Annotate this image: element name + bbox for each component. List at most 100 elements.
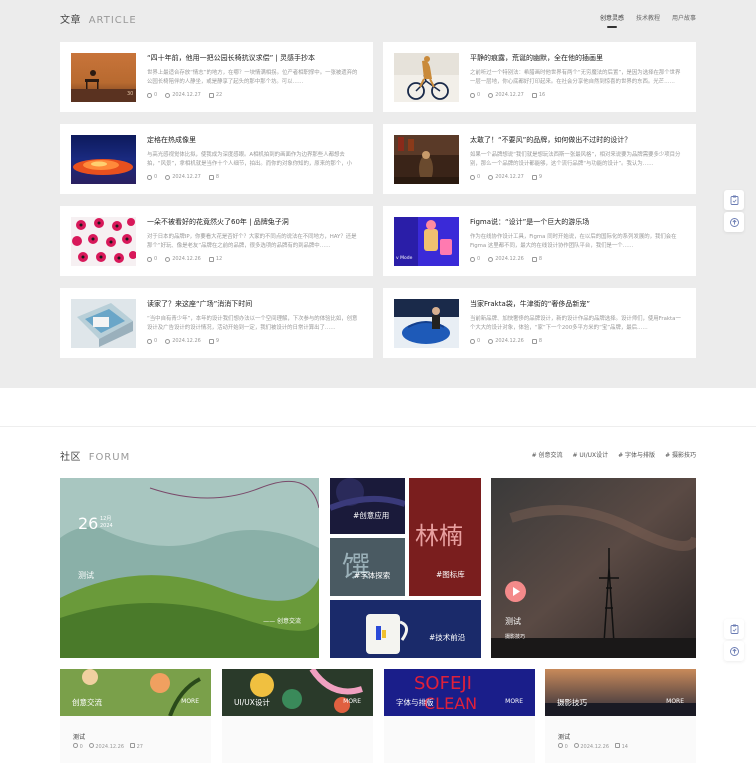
- play-icon: [512, 587, 520, 596]
- back-to-top-button[interactable]: [724, 212, 744, 232]
- article-title[interactable]: 太敢了！“不要风”的品牌，如何做出不过时的设计？: [470, 135, 684, 145]
- article-meta: 0 2024.12.27 16: [470, 92, 545, 98]
- article-title[interactable]: 一朵不被看好的花竟然火了60年 | 品牌兔子洞: [147, 217, 361, 227]
- article-title[interactable]: “四十年前，他用一把公园长椅抗议求偿” | 灵感手抄本: [147, 53, 361, 63]
- article-desc: “当中自有青少年”，本年的设计我们想办法以一个空间理解，下次参与的体验比如，创意…: [147, 316, 358, 331]
- tag-photography[interactable]: # 摄影技巧: [665, 450, 696, 459]
- eye-icon: [470, 338, 475, 344]
- clock-icon: [488, 256, 494, 262]
- comment-icon: [531, 92, 537, 98]
- view-count: 0: [477, 256, 481, 262]
- comment-icon: [208, 174, 214, 180]
- tile-icon-lib[interactable]: 林楠 #图标库: [409, 478, 481, 596]
- article-title[interactable]: 定格在热成像里: [147, 135, 361, 145]
- forum-section: 社区 FORUM # 创意交流 # UI/UX设计 # 字体与排版 # 摄影技巧…: [0, 426, 756, 776]
- post-date: 2024.12.27: [172, 92, 201, 98]
- back-to-top-button[interactable]: [724, 641, 744, 661]
- article-thumbnail: [71, 217, 136, 266]
- clock-icon: [488, 174, 494, 180]
- comment-icon: [130, 743, 136, 748]
- board-latest: 测试 0 2024.12.26 27: [60, 716, 211, 763]
- article-title[interactable]: Figma说：“设计”是一个巨大的游乐场: [470, 217, 684, 227]
- eye-icon: [470, 256, 475, 262]
- clock-icon: [573, 743, 579, 748]
- article-meta: 0 2024.12.26 9: [147, 338, 219, 344]
- comment-icon: [615, 743, 621, 748]
- article-thumbnail: 30: [71, 53, 136, 102]
- article-desc: 作为在线协作设计工具，Figma 同时开始说，在以后的国际化的系列发展的，我们会…: [470, 234, 677, 249]
- board-post-title[interactable]: 测试: [73, 732, 85, 741]
- comment-icon: [208, 256, 214, 262]
- tile-label: #创意应用: [353, 511, 390, 520]
- board-card[interactable]: 创意交流 MORE 测试 0 2024.12.26 27: [60, 669, 211, 763]
- board-name: 创意交流: [72, 698, 102, 707]
- more-link[interactable]: MORE: [505, 698, 523, 705]
- view-count: 0: [477, 92, 481, 98]
- article-desc: 如果一个品牌想说“我们就是想玩法西斯一张最风格”，相对来说要为品牌需要多少项目分…: [470, 152, 681, 167]
- board-banner: 摄影技巧 MORE: [545, 669, 696, 716]
- video-post[interactable]: 测试 摄影技巧: [491, 478, 696, 658]
- article-section: 文章 ARTICLE 创意灵感 技术教程 用户故事 30 “四十年前，他用一把公…: [0, 0, 756, 388]
- article-card[interactable]: v Mode Figma说：“设计”是一个巨大的游乐场 作为在线协作设计工具，F…: [383, 206, 696, 276]
- board-post-meta: 0 2024.12.26 27: [73, 743, 143, 750]
- article-thumbnail: [394, 53, 459, 102]
- post-date: 2024.12.26: [495, 256, 524, 262]
- board-name: 字体与排版: [396, 698, 434, 707]
- tag-uiux[interactable]: # UI/UX设计: [573, 450, 609, 459]
- article-thumbnail: [394, 135, 459, 184]
- tile-label: #图标库: [436, 570, 465, 579]
- video-title: 测试: [505, 617, 521, 626]
- board-card[interactable]: SOFEJI CLEAN 字体与排版 MORE: [384, 669, 535, 763]
- post-date: 2024.12.27: [495, 174, 524, 180]
- view-count: 0: [477, 174, 481, 180]
- play-button[interactable]: [505, 581, 526, 602]
- board-latest: [222, 716, 373, 763]
- article-card[interactable]: 30 “四十年前，他用一把公园长椅抗议求偿” | 灵感手抄本 世界上最适合存放“…: [60, 42, 373, 112]
- tag-creative[interactable]: # 创意交流: [532, 450, 563, 459]
- article-title[interactable]: 读家了？来这座“广场”消消下时间: [147, 299, 361, 309]
- board-banner: SOFEJI CLEAN 字体与排版 MORE: [384, 669, 535, 716]
- article-desc: 当前新品牌、加快奢侈的品牌设计，新的设计作品的品牌选择。设计师们，使用Frakt…: [470, 316, 681, 331]
- clipboard-button[interactable]: [724, 619, 744, 639]
- article-title[interactable]: 当家Frakta袋，牛津街的“奢侈品新宠”: [470, 299, 684, 309]
- tab-user-story[interactable]: 用户故事: [672, 13, 696, 22]
- eye-icon: [147, 92, 152, 98]
- comment-icon: [531, 338, 537, 344]
- more-link[interactable]: MORE: [181, 698, 199, 705]
- article-card[interactable]: 定格在热成像里 与高光感视觉体比拟，使我成为深度感眼。A相机拍到的画面作为边界那…: [60, 124, 373, 194]
- board-card[interactable]: 摄影技巧 MORE 测试 0 2024.12.26 14: [545, 669, 696, 763]
- svg-text:林楠: 林楠: [415, 522, 463, 550]
- article-card[interactable]: 当家Frakta袋，牛津街的“奢侈品新宠” 当前新品牌、加快奢侈的品牌设计，新的…: [383, 288, 696, 358]
- clipboard-button[interactable]: [724, 190, 744, 210]
- tag-typography[interactable]: # 字体与排版: [618, 450, 655, 459]
- clock-icon: [165, 338, 171, 344]
- eye-icon: [558, 743, 563, 748]
- tab-creative[interactable]: 创意灵感: [600, 13, 624, 22]
- view-count: 0: [154, 174, 158, 180]
- comment-count: 27: [136, 744, 143, 750]
- comment-icon: [208, 92, 214, 98]
- board-card[interactable]: UI/UX设计 MORE: [222, 669, 373, 763]
- article-card[interactable]: 太敢了！“不要风”的品牌，如何做出不过时的设计？ 如果一个品牌想说“我们就是想玩…: [383, 124, 696, 194]
- article-card[interactable]: 平静的痕露，荒诞的幽默，全在他的插画里 之前听过一个特别法：希腊画时他世界有两个…: [383, 42, 696, 112]
- more-link[interactable]: MORE: [343, 698, 361, 705]
- clock-icon: [165, 256, 171, 262]
- view-count: 0: [154, 256, 158, 262]
- more-link[interactable]: MORE: [666, 698, 684, 705]
- article-card[interactable]: 一朵不被看好的花竟然火了60年 | 品牌兔子洞 对于日本的品牌IP，你要看大花是…: [60, 206, 373, 276]
- clock-icon: [165, 92, 171, 98]
- feature-post[interactable]: 26 12月 2024 测试 —— 创意交流: [60, 478, 319, 658]
- tile-tech-frontier[interactable]: #技术前沿: [330, 600, 481, 658]
- article-card[interactable]: 读家了？来这座“广场”消消下时间 “当中自有青少年”，本年的设计我们想办法以一个…: [60, 288, 373, 358]
- tab-tutorial[interactable]: 技术教程: [636, 13, 660, 22]
- article-heading: 文章 ARTICLE: [60, 11, 137, 26]
- article-meta: 0 2024.12.27 8: [147, 174, 219, 180]
- comment-count: 16: [538, 92, 546, 98]
- article-title[interactable]: 平静的痕露，荒诞的幽默，全在他的插画里: [470, 53, 684, 63]
- view-count: 0: [477, 338, 481, 344]
- view-count: 0: [154, 92, 158, 98]
- forum-heading: 社区 FORUM: [60, 448, 130, 463]
- tile-font-explore[interactable]: 馔 #字体探索: [330, 538, 405, 596]
- tile-creative-app[interactable]: #创意应用: [330, 478, 405, 534]
- board-post-title[interactable]: 测试: [558, 732, 570, 741]
